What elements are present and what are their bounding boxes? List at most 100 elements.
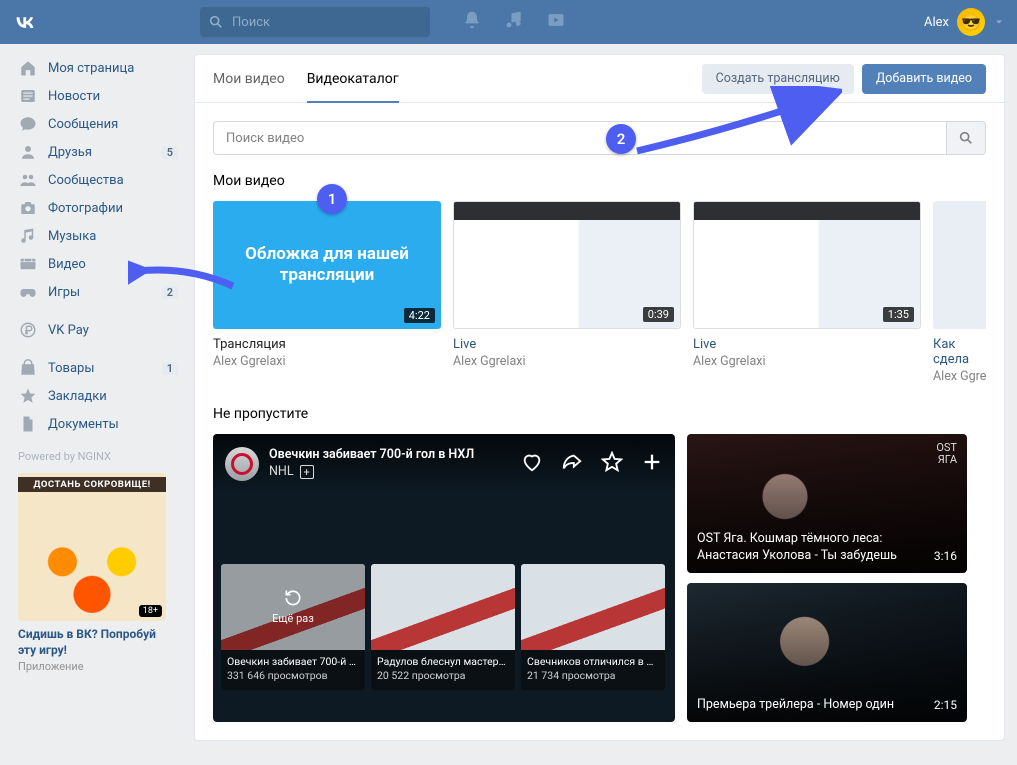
music-note-icon <box>18 227 38 245</box>
star-icon <box>18 387 38 405</box>
nav-news[interactable]: Новости <box>12 82 180 110</box>
duration-badge: 4:22 <box>404 308 435 323</box>
gamepad-icon <box>18 283 38 301</box>
nav-label: Новости <box>48 89 100 104</box>
tab-catalog[interactable]: Видеокаталог <box>307 55 399 102</box>
subscribe-icon[interactable]: + <box>300 465 314 479</box>
channel-logo-icon <box>225 447 259 481</box>
add-video-button[interactable]: Добавить видео <box>862 64 986 94</box>
nav-docs[interactable]: Документы <box>12 410 180 438</box>
nav-groups[interactable]: Сообщества <box>12 166 180 194</box>
top-header: Alex 😎 <box>0 0 1017 44</box>
video-author: Alex Ggrelaxi <box>453 354 681 369</box>
video-title: Live <box>693 337 921 352</box>
video-author: Alex Ggre <box>933 369 986 384</box>
home-icon <box>18 59 38 77</box>
mini-views: 331 646 просмотров <box>227 669 359 683</box>
sidebar-ad[interactable]: ДОСТАНЬ СОКРОВИЩЕ! 18+ Сидишь в ВК? Попр… <box>18 473 166 673</box>
document-icon <box>18 415 38 433</box>
mini-card[interactable]: Свечников отличился в ОТ21 734 просмотра <box>521 564 665 690</box>
nav-label: Сообщества <box>48 173 124 188</box>
nav-video[interactable]: Видео <box>12 250 180 278</box>
video-card[interactable]: Как сдела Alex Ggre <box>933 201 986 384</box>
nav-music[interactable]: Музыка <box>12 222 180 250</box>
section-dont-miss: Не пропустите <box>213 406 986 422</box>
video-author: Alex Ggrelaxi <box>213 354 441 369</box>
card-brand: OST ЯГА <box>936 442 957 466</box>
video-title: Трансляция <box>213 337 441 352</box>
like-icon[interactable] <box>521 451 543 478</box>
duration-badge: 2:15 <box>934 698 957 712</box>
ad-image: ДОСТАНЬ СОКРОВИЩЕ! 18+ <box>18 473 166 621</box>
nav-games[interactable]: Игры 2 <box>12 278 180 306</box>
add-icon[interactable] <box>641 451 663 478</box>
tab-my-videos[interactable]: Мои видео <box>213 55 285 102</box>
nav-market[interactable]: Товары 1 <box>12 354 180 382</box>
video-thumb: 1:35 <box>693 201 921 329</box>
video-search-input[interactable] <box>213 121 946 155</box>
mini-cards: Ещё раз Овечкин забивает 700-й г…331 646… <box>221 564 665 690</box>
search-icon <box>208 14 224 34</box>
badge: 2 <box>162 286 178 299</box>
chevron-down-icon <box>993 16 1005 28</box>
news-icon <box>18 87 38 105</box>
mini-title: Радулов блеснул мастерс… <box>377 655 509 669</box>
video-search-button[interactable] <box>946 121 986 155</box>
dont-miss-row: Овечкин забивает 700-й гол в НХЛ NHL+ <box>213 434 986 722</box>
video-author: Alex Ggrelaxi <box>693 354 921 369</box>
tabs-row: Мои видео Видеокаталог Создать трансляци… <box>195 55 1004 103</box>
nav-label: VK Pay <box>48 323 89 338</box>
nav-label: Музыка <box>48 229 96 244</box>
nav-friends[interactable]: Друзья5 <box>12 138 180 166</box>
ad-title: Сидишь в ВК? Попробуй эту игру! <box>18 627 166 658</box>
music-icon[interactable] <box>504 10 524 34</box>
section-my-videos: Мои видео <box>213 173 986 189</box>
mini-card[interactable]: Радулов блеснул мастерс…20 522 просмотра <box>371 564 515 690</box>
camera-icon <box>18 199 38 217</box>
nav-photos[interactable]: Фотографии <box>12 194 180 222</box>
video-card[interactable]: 1:35 Live Alex Ggrelaxi <box>693 201 921 384</box>
video-player-icon[interactable] <box>546 10 566 34</box>
bookmark-icon[interactable] <box>601 451 623 478</box>
nav-bookmarks[interactable]: Закладки <box>12 382 180 410</box>
side-card[interactable]: Премьера трейлера - Номер один 2:15 <box>687 583 967 722</box>
main-panel: Мои видео Видеокаталог Создать трансляци… <box>194 54 1005 741</box>
global-search <box>200 7 430 37</box>
badge: 5 <box>162 146 178 159</box>
video-title: Live <box>453 337 681 352</box>
card-title: OST Яга. Кошмар тёмного леса: Анастасия … <box>697 531 919 565</box>
badge: 1 <box>162 362 178 375</box>
side-cards: OST ЯГА OST Яга. Кошмар тёмного леса: Ан… <box>687 434 967 722</box>
video-card[interactable]: Обложка для нашей трансляции4:22 Трансля… <box>213 201 441 384</box>
player-channel: NHL <box>269 464 294 481</box>
video-card[interactable]: 0:39 Live Alex Ggrelaxi <box>453 201 681 384</box>
nav-vkpay[interactable]: VK Pay <box>12 316 180 344</box>
age-badge: 18+ <box>139 605 162 617</box>
global-search-input[interactable] <box>200 7 430 37</box>
notifications-icon[interactable] <box>462 10 482 34</box>
video-title: Как сдела <box>933 337 986 367</box>
nav-label: Фотографии <box>48 201 123 216</box>
nav-my-page[interactable]: Моя страница <box>12 54 180 82</box>
nav-label: Моя страница <box>48 61 134 76</box>
nav-messages[interactable]: Сообщения <box>12 110 180 138</box>
share-icon[interactable] <box>561 451 583 478</box>
vk-logo-icon[interactable] <box>12 8 40 36</box>
ad-subtitle: Приложение <box>18 660 166 673</box>
powered-text: Powered by NGINX <box>18 450 180 463</box>
featured-player[interactable]: Овечкин забивает 700-й гол в НХЛ NHL+ <box>213 434 675 722</box>
duration-badge: 3:16 <box>934 549 957 563</box>
mini-views: 21 734 просмотра <box>527 669 659 683</box>
nav-label: Товары <box>48 361 94 376</box>
card-title: Премьера трейлера - Номер один <box>697 697 919 714</box>
user-menu[interactable]: Alex 😎 <box>924 8 1005 36</box>
create-stream-button[interactable]: Создать трансляцию <box>702 64 854 94</box>
video-thumb: 0:39 <box>453 201 681 329</box>
nav-label: Игры <box>48 285 80 300</box>
mini-views: 20 522 просмотра <box>377 669 509 683</box>
left-sidebar: Моя страница Новости Сообщения Друзья5 С… <box>12 54 180 741</box>
mini-title: Овечкин забивает 700-й г… <box>227 655 359 669</box>
side-card[interactable]: OST ЯГА OST Яга. Кошмар тёмного леса: Ан… <box>687 434 967 573</box>
video-search <box>213 121 986 155</box>
mini-card[interactable]: Ещё раз Овечкин забивает 700-й г…331 646… <box>221 564 365 690</box>
